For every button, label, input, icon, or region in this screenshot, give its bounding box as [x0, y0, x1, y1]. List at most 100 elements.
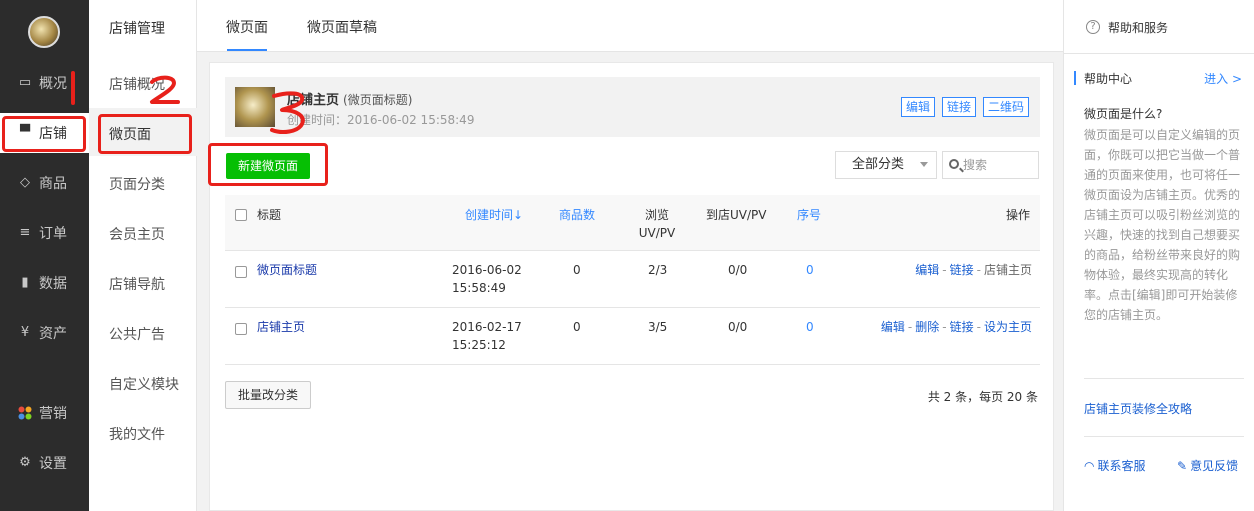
qrcode-button[interactable]: 二维码 — [983, 97, 1030, 117]
row-time: 15:25:12 — [452, 338, 506, 352]
col-store-uvpv: 到店UV/PV — [706, 208, 767, 222]
col-views-line1: 浏览 — [644, 208, 669, 222]
homepage-guide-link[interactable]: 店铺主页装修全攻略 — [1084, 400, 1192, 417]
row-link-link[interactable]: 链接 — [950, 320, 974, 334]
table-row: 微页面标题 2016-06-02 15:58:49 0 2/3 0/0 0 编辑… — [225, 251, 1040, 308]
batch-change-category-button[interactable]: 批量改分类 — [225, 381, 311, 409]
separator: - — [976, 320, 981, 334]
row-edit-link[interactable]: 编辑 — [915, 263, 939, 277]
category-select[interactable]: 全部分类 — [835, 151, 937, 179]
edit-button[interactable]: 编辑 — [901, 97, 936, 117]
store-subnav: 店铺管理 店铺概况 微页面 页面分类 会员主页 店铺导航 公共广告 自定义模块 … — [89, 0, 197, 511]
row-delete-link[interactable]: 删除 — [915, 320, 939, 334]
col-title: 标题 — [257, 208, 282, 222]
tab-micropage[interactable]: 微页面 — [226, 17, 268, 37]
row-checkbox[interactable] — [235, 266, 247, 278]
row-date: 2016-02-17 — [452, 320, 522, 334]
yen-icon: ¥ — [20, 325, 30, 340]
help-center-label: 帮助中心 — [1084, 72, 1133, 86]
row-title-link[interactable]: 微页面标题 — [257, 261, 317, 279]
sidebar-item-label: 设置 — [39, 456, 67, 472]
row-time: 15:58:49 — [452, 281, 506, 295]
help-body-text: 微页面是可以自定义编辑的页面，你既可以把它当做一个普通的页面来使用，也可将任一微… — [1084, 128, 1241, 322]
homepage-thumbnail — [235, 87, 275, 127]
col-order[interactable]: 序号 — [797, 206, 821, 224]
row-goods: 0 — [573, 320, 581, 334]
sidebar-item-store[interactable]: ▀ 店铺 — [0, 113, 89, 153]
col-views: 浏览 UV/PV — [638, 206, 676, 242]
tab-micropage-drafts[interactable]: 微页面草稿 — [307, 17, 377, 37]
col-created-time[interactable]: 创建时间↓ — [465, 206, 523, 224]
separator: - — [942, 320, 947, 334]
pagination-summary: 共 2 条，每页 20 条 — [927, 390, 1038, 404]
separator: - — [976, 263, 981, 277]
sidebar-item-label: 商品 — [39, 176, 67, 192]
subnav-item-store-nav[interactable]: 店铺导航 — [109, 274, 165, 294]
monitor-icon: ▭ — [18, 75, 32, 90]
homepage-created-time: 创建时间：2016-06-02 15:58:49 — [287, 113, 475, 127]
new-micropage-button[interactable]: 新建微页面 — [226, 153, 310, 179]
help-title: 帮助和服务 — [1108, 21, 1169, 35]
select-all-checkbox[interactable] — [235, 209, 247, 221]
row-title-link[interactable]: 店铺主页 — [257, 318, 305, 336]
subnav-item-overview[interactable]: 店铺概况 — [109, 74, 165, 94]
col-views-line2: UV/PV — [638, 226, 676, 240]
row-edit-link[interactable]: 编辑 — [881, 320, 905, 334]
main-sidebar: ▭ 概况 ▀ 店铺 ◇ 商品 ≡ 订单 ▮ 数据 ¥ 资产 营销 ⚙ 设置 — [0, 0, 89, 511]
sidebar-item-label: 资产 — [39, 326, 67, 342]
separator: - — [942, 263, 947, 277]
contact-support-label: 联系客服 — [1097, 459, 1146, 473]
row-order[interactable]: 0 — [806, 318, 814, 336]
sidebar-item-orders[interactable]: ≡ 订单 — [0, 213, 89, 253]
subnav-item-member-home[interactable]: 会员主页 — [109, 224, 165, 244]
row-views: 3/5 — [648, 320, 668, 334]
help-center-enter-link[interactable]: 进入 > — [1204, 70, 1242, 87]
subnav-item-micropage[interactable]: 微页面 — [109, 124, 151, 144]
subnav-title: 店铺管理 — [109, 21, 165, 37]
row-order[interactable]: 0 — [806, 261, 814, 279]
homepage-card: 店铺主页 (微页面标题) 创建时间：2016-06-02 15:58:49 编辑 … — [225, 77, 1040, 137]
store-icon: ▀ — [20, 125, 30, 140]
edit-icon: ✎ — [1177, 459, 1188, 473]
tab-bar: 微页面 微页面草稿 — [197, 0, 1063, 52]
active-tab-indicator — [227, 49, 267, 51]
feedback-link[interactable]: ✎ 意见反馈 — [1177, 457, 1238, 474]
row-store-uvpv: 0/0 — [728, 320, 748, 334]
subnav-item-custom-module[interactable]: 自定义模块 — [109, 374, 179, 394]
search-box[interactable] — [942, 151, 1039, 179]
headset-icon: ◠ — [1084, 459, 1095, 473]
sidebar-item-overview[interactable]: ▭ 概况 — [0, 63, 89, 103]
sidebar-item-data[interactable]: ▮ 数据 — [0, 263, 89, 303]
row-link-link[interactable]: 链接 — [950, 263, 974, 277]
category-select-value: 全部分类 — [852, 157, 905, 172]
row-store-uvpv: 0/0 — [728, 263, 748, 277]
search-input[interactable] — [963, 155, 1035, 175]
row-checkbox[interactable] — [235, 323, 247, 335]
sidebar-item-assets[interactable]: ¥ 资产 — [0, 313, 89, 353]
row-set-homepage-link[interactable]: 设为主页 — [984, 320, 1032, 334]
subnav-item-my-files[interactable]: 我的文件 — [109, 424, 165, 444]
shop-logo[interactable] — [28, 16, 60, 48]
sidebar-item-goods[interactable]: ◇ 商品 — [0, 163, 89, 203]
row-homepage-status: 店铺主页 — [983, 263, 1032, 277]
gear-icon: ⚙ — [19, 455, 31, 470]
tag-icon: ◇ — [20, 175, 30, 190]
col-goods-count[interactable]: 商品数 — [559, 206, 595, 224]
sidebar-item-label: 店铺 — [39, 126, 67, 142]
list-icon: ≡ — [19, 225, 31, 240]
search-icon — [949, 159, 959, 169]
sidebar-item-settings[interactable]: ⚙ 设置 — [0, 443, 89, 483]
link-button[interactable]: 链接 — [942, 97, 977, 117]
help-panel: ? 帮助和服务 帮助中心 进入 > 微页面是什么? 微页面是可以自定义编辑的页面… — [1063, 0, 1254, 511]
homepage-title-hint: (微页面标题) — [343, 93, 413, 107]
sidebar-item-marketing[interactable]: 营销 — [0, 393, 89, 433]
subnav-item-public-ads[interactable]: 公共广告 — [109, 324, 165, 344]
help-divider — [1084, 436, 1244, 437]
apps-icon — [18, 406, 32, 420]
sidebar-item-label: 概况 — [39, 76, 67, 92]
subnav-item-page-category[interactable]: 页面分类 — [109, 174, 165, 194]
question-icon: ? — [1086, 20, 1100, 34]
homepage-title-text: 店铺主页 — [287, 93, 340, 108]
row-goods: 0 — [573, 263, 581, 277]
contact-support-link[interactable]: ◠ 联系客服 — [1084, 457, 1146, 474]
